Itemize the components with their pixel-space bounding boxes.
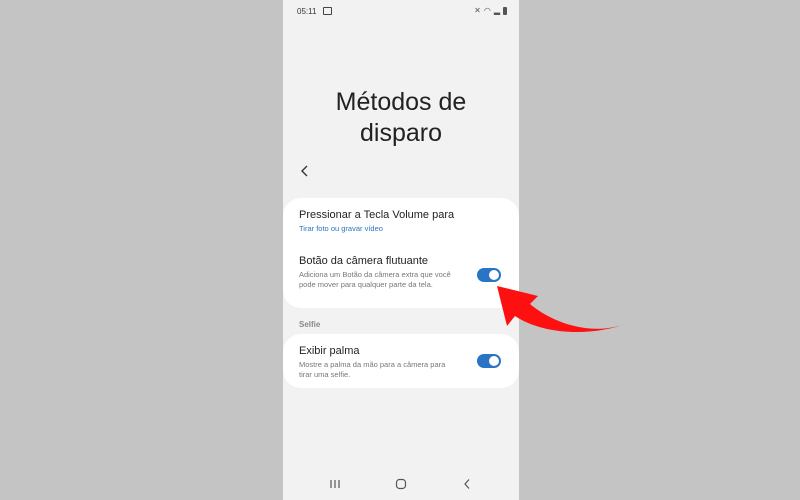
status-bar: 05:11 ✕ ◠ ▂ — [283, 0, 519, 22]
chevron-left-icon — [301, 165, 308, 177]
nav-back-icon[interactable] — [461, 477, 473, 491]
show-palm-description: Mostre a palma da mão para a câmera para… — [299, 360, 446, 379]
show-palm-row[interactable]: Exibir palma Mostre a palma da mão para … — [283, 334, 519, 388]
floating-camera-button-row[interactable]: Botão da câmera flutuante Adiciona um Bo… — [283, 246, 519, 306]
mute-icon: ✕ — [474, 6, 481, 15]
gallery-notification-icon — [323, 7, 332, 15]
volume-key-title: Pressionar a Tecla Volume para — [299, 209, 455, 221]
show-palm-toggle[interactable] — [477, 354, 501, 368]
selfie-card: Exibir palma Mostre a palma da mão para … — [283, 334, 519, 388]
red-arrow-icon — [497, 286, 628, 333]
navigation-bar — [283, 474, 519, 496]
page-title-line-2: disparo — [360, 118, 442, 147]
volume-key-value: Tirar foto ou gravar vídeo — [299, 224, 383, 233]
back-button[interactable] — [297, 161, 315, 181]
status-icons: ✕ ◠ ▂ — [474, 6, 507, 15]
wifi-icon: ◠ — [483, 6, 491, 15]
page-title-line-1: Métodos de — [335, 87, 467, 116]
recent-apps-icon[interactable] — [329, 477, 341, 491]
signal-icon: ▂ — [493, 6, 500, 15]
toggle-knob — [488, 355, 500, 367]
home-icon[interactable] — [394, 477, 408, 491]
battery-icon — [503, 6, 507, 15]
settings-card: Pressionar a Tecla Volume para Tirar fot… — [283, 198, 519, 308]
phone-screen: 05:11 ✕ ◠ ▂ Métodos de disparo Pressiona… — [283, 0, 519, 500]
status-time: 05:11 — [297, 7, 317, 16]
volume-key-row[interactable]: Pressionar a Tecla Volume para Tirar fot… — [283, 198, 519, 242]
show-palm-title: Exibir palma — [299, 345, 360, 357]
floating-camera-button-title: Botão da câmera flutuante — [299, 255, 429, 267]
selfie-section-header: Selfie — [299, 320, 321, 329]
page-title: Métodos de disparo — [283, 87, 519, 149]
floating-camera-button-description: Adiciona um Botão da câmera extra que vo… — [299, 270, 451, 289]
